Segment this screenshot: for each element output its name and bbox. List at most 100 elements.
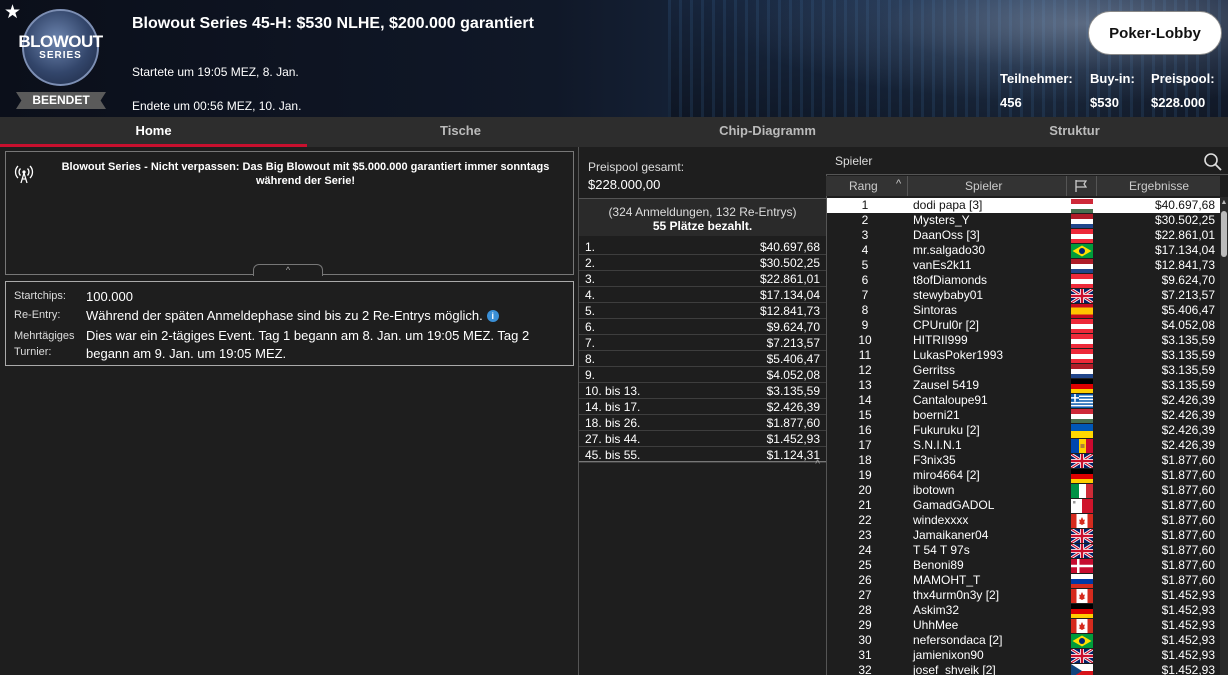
player-row[interactable]: 12 Gerritss $3.135,59 bbox=[827, 363, 1220, 378]
payout-amount: $12.841,73 bbox=[759, 304, 820, 318]
players-scrollbar[interactable]: ▲ bbox=[1220, 197, 1228, 675]
player-row[interactable]: 15 boerni21 $2.426,39 bbox=[827, 408, 1220, 423]
player-name: nefersondaca [2] bbox=[913, 633, 1003, 647]
country-flag-icon bbox=[1071, 379, 1093, 393]
scrollbar-thumb[interactable] bbox=[1221, 211, 1227, 257]
favorite-star-icon[interactable]: ★ bbox=[4, 3, 21, 22]
player-name: josef_shveik [2] bbox=[913, 663, 996, 675]
tab-bar: Home Tische Chip-Diagramm Struktur bbox=[0, 117, 1228, 147]
country-flag-icon bbox=[1071, 244, 1093, 258]
player-name: Fukuruku [2] bbox=[913, 423, 980, 437]
player-search-input[interactable]: Spieler bbox=[835, 154, 872, 168]
payout-amount: $2.426,39 bbox=[766, 400, 820, 414]
search-icon[interactable] bbox=[1203, 152, 1223, 172]
player-row[interactable]: 1 dodi papa [3] $40.697,68 bbox=[827, 198, 1220, 213]
col-rank[interactable]: Rang bbox=[849, 179, 878, 193]
player-rank: 2 bbox=[861, 213, 869, 227]
player-row[interactable]: 24 T 54 T 97s $1.877,60 bbox=[827, 542, 1220, 560]
info-icon[interactable]: i bbox=[486, 310, 499, 322]
player-row[interactable]: 4 mr.salgado30 $17.134,04 bbox=[827, 243, 1220, 258]
player-row[interactable]: 21 GamadGADOL $1.877,60 bbox=[827, 498, 1220, 513]
startchips-label: Startchips: bbox=[14, 290, 66, 302]
startchips-value: 100.000 bbox=[86, 289, 133, 304]
player-result: $1.877,60 bbox=[1161, 513, 1215, 527]
player-rank: 21 bbox=[858, 498, 872, 512]
player-rank: 8 bbox=[861, 303, 869, 317]
player-rank: 15 bbox=[858, 408, 872, 422]
player-result: $3.135,59 bbox=[1161, 333, 1215, 347]
player-row[interactable]: 23 Jamaikaner04 $1.877,60 bbox=[827, 527, 1220, 545]
tab-tables[interactable]: Tische bbox=[307, 117, 614, 147]
player-row[interactable]: 11 LukasPoker1993 $3.135,59 bbox=[827, 348, 1220, 363]
player-rank: 16 bbox=[858, 423, 872, 437]
tab-structure[interactable]: Struktur bbox=[921, 117, 1228, 147]
end-time: Endete um 00:56 MEZ, 10. Jan. bbox=[132, 99, 302, 113]
player-row[interactable]: 16 Fukuruku [2] $2.426,39 bbox=[827, 423, 1220, 438]
player-row[interactable]: 20 ibotown $1.877,60 bbox=[827, 483, 1220, 498]
payout-row: 5. $12.841,73 bbox=[579, 303, 826, 319]
country-flag-icon bbox=[1071, 259, 1093, 273]
payout-place: 3. bbox=[585, 272, 596, 286]
payout-amount: $1.124,31 bbox=[766, 448, 820, 462]
news-collapse-handle[interactable]: ^ bbox=[253, 264, 323, 276]
tab-chip-chart[interactable]: Chip-Diagramm bbox=[614, 117, 921, 147]
player-name: DaanOss [3] bbox=[913, 228, 980, 242]
player-name: Mysters_Y bbox=[913, 213, 970, 227]
player-search[interactable]: Spieler bbox=[826, 147, 1228, 175]
player-result: $2.426,39 bbox=[1161, 408, 1215, 422]
player-row[interactable]: 6 t8ofDiamonds $9.624,70 bbox=[827, 273, 1220, 288]
player-row[interactable]: 5 vanEs2k11 $12.841,73 bbox=[827, 258, 1220, 273]
player-row[interactable]: 7 stewybaby01 $7.213,57 bbox=[827, 287, 1220, 305]
country-flag-icon bbox=[1071, 514, 1093, 528]
player-row[interactable]: 17 S.N.I.N.1 $2.426,39 bbox=[827, 438, 1220, 453]
player-row[interactable]: 28 Askim32 $1.452,93 bbox=[827, 603, 1220, 618]
country-flag-icon bbox=[1071, 199, 1093, 213]
col-country-flag-icon[interactable] bbox=[1074, 179, 1088, 196]
payout-collapse-icon[interactable]: ^ bbox=[815, 459, 820, 470]
country-flag-icon bbox=[1071, 229, 1093, 243]
col-results[interactable]: Ergebnisse bbox=[1129, 179, 1189, 193]
poker-lobby-button[interactable]: Poker-Lobby bbox=[1088, 11, 1222, 55]
player-row[interactable]: 13 Zausel 5419 $3.135,59 bbox=[827, 378, 1220, 393]
player-name: Askim32 bbox=[913, 603, 960, 617]
player-row[interactable]: 10 HITRII999 $3.135,59 bbox=[827, 333, 1220, 348]
scroll-up-icon[interactable]: ▲ bbox=[1220, 199, 1228, 206]
col-player[interactable]: Spieler bbox=[965, 179, 1002, 193]
player-rank: 19 bbox=[858, 468, 872, 482]
payout-amount: $1.877,60 bbox=[766, 416, 820, 430]
payout-collapse-bar[interactable]: ^ bbox=[579, 459, 826, 473]
stat-buyin-label: Buy-in: bbox=[1090, 71, 1135, 86]
payout-amount: $7.213,57 bbox=[766, 336, 820, 350]
player-row[interactable]: 2 Mysters_Y $30.502,25 bbox=[827, 213, 1220, 228]
player-row[interactable]: 29 UhhMee $1.452,93 bbox=[827, 618, 1220, 633]
player-name: MAMOHT_T bbox=[913, 573, 981, 587]
player-row[interactable]: 8 Sintoras $5.406,47 bbox=[827, 303, 1220, 318]
player-row[interactable]: 19 miro4664 [2] $1.877,60 bbox=[827, 468, 1220, 483]
player-rank: 31 bbox=[858, 648, 872, 662]
player-name: T 54 T 97s bbox=[913, 543, 970, 557]
player-row[interactable]: 25 Benoni89 $1.877,60 bbox=[827, 558, 1220, 573]
payout-amount: $3.135,59 bbox=[766, 384, 820, 398]
player-result: $7.213,57 bbox=[1161, 288, 1215, 302]
payout-place: 14. bis 17. bbox=[585, 400, 641, 414]
player-row[interactable]: 26 MAMOHT_T $1.877,60 bbox=[827, 573, 1220, 588]
player-row[interactable]: 3 DaanOss [3] $22.861,01 bbox=[827, 228, 1220, 243]
player-row[interactable]: 9 CPUrul0r [2] $4.052,08 bbox=[827, 318, 1220, 333]
player-name: UhhMee bbox=[913, 618, 959, 632]
payout-amount: $4.052,08 bbox=[766, 368, 820, 382]
player-row[interactable]: 14 Cantaloupe91 $2.426,39 bbox=[827, 393, 1220, 408]
player-row[interactable]: 30 nefersondaca [2] $1.452,93 bbox=[827, 633, 1220, 648]
sort-ascending-icon[interactable]: ^ bbox=[896, 178, 901, 190]
country-flag-icon bbox=[1071, 274, 1093, 288]
payout-place: 10. bis 13. bbox=[585, 384, 641, 398]
player-name: LukasPoker1993 bbox=[913, 348, 1004, 362]
tab-home[interactable]: Home bbox=[0, 117, 307, 147]
country-flag-icon bbox=[1071, 604, 1093, 618]
player-row[interactable]: 31 jamienixon90 $1.452,93 bbox=[827, 647, 1220, 665]
player-row[interactable]: 22 windexxxx $1.877,60 bbox=[827, 513, 1220, 528]
player-result: $1.877,60 bbox=[1161, 558, 1215, 572]
player-row[interactable]: 27 thx4urm0n3y [2] $1.452,93 bbox=[827, 588, 1220, 603]
stat-buyin-value: $530 bbox=[1090, 95, 1119, 110]
player-row[interactable]: 18 F3nix35 $1.877,60 bbox=[827, 452, 1220, 470]
player-row[interactable]: 32 josef_shveik [2] $1.452,93 bbox=[827, 663, 1220, 675]
